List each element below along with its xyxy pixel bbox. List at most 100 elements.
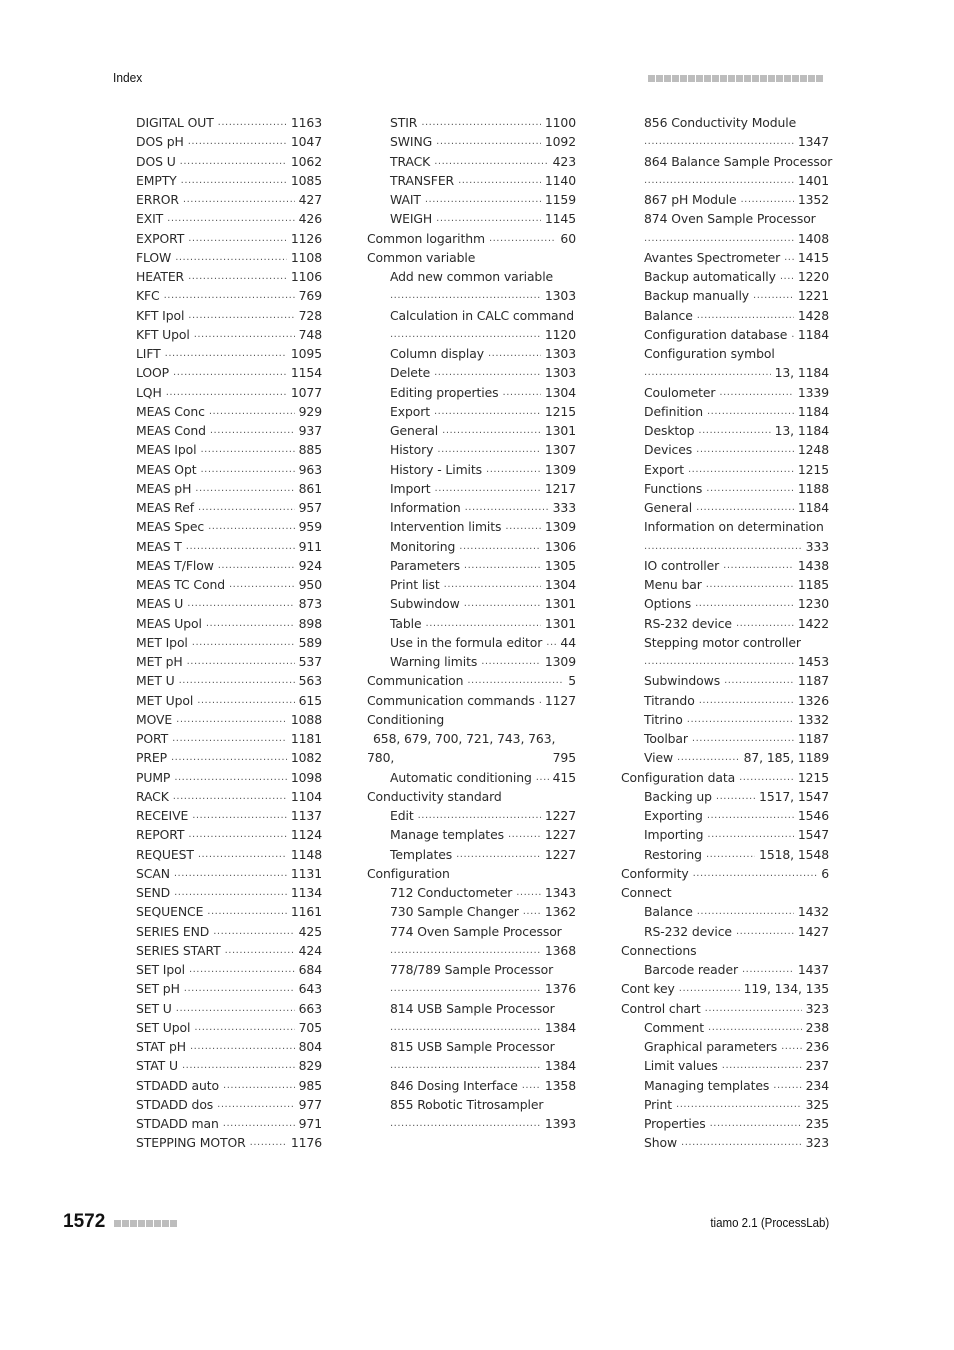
dot-leader <box>489 229 556 248</box>
entry-term: 712 Conductometer <box>390 885 513 900</box>
dot-leader <box>192 633 295 652</box>
entry-page-ref: 1303 <box>544 365 576 381</box>
entry-page-ref: 1098 <box>290 769 322 785</box>
index-entry: KFC 769 <box>136 286 322 305</box>
decoration-square <box>816 75 823 82</box>
entry-page-ref: 1230 <box>797 596 829 612</box>
dot-leader <box>716 787 755 806</box>
index-entry: 1120 <box>367 325 576 344</box>
index-entry: Configuration database 1184 <box>621 325 829 344</box>
index-entry: SEQUENCE 1161 <box>136 902 322 921</box>
dot-leader <box>736 922 794 941</box>
entry-term: Communication commands <box>367 692 535 708</box>
index-entry: Information on determination <box>621 517 829 536</box>
dot-leader <box>546 633 556 652</box>
entry-term: PUMP <box>136 769 171 785</box>
index-entry: Export 1215 <box>367 402 576 421</box>
index-entry: EXIT 426 <box>136 209 322 228</box>
entry-term: FLOW <box>136 249 172 265</box>
entry-page-ref: 1326 <box>797 692 829 708</box>
dot-leader <box>183 190 295 209</box>
index-entry: KFT Upol 748 <box>136 325 322 344</box>
entry-term: 815 USB Sample Processor <box>390 1039 555 1054</box>
entry-term: MEAS Ipol <box>136 442 197 458</box>
dot-leader <box>426 614 541 633</box>
index-entry: SET Upol 705 <box>136 1018 322 1037</box>
index-entry: History - Limits 1309 <box>367 460 576 479</box>
dot-leader <box>464 594 541 613</box>
dot-leader <box>677 748 740 767</box>
dot-leader <box>695 594 794 613</box>
entry-term: 846 Dosing Interface <box>390 1077 518 1093</box>
index-entry: SEND 1134 <box>136 883 322 902</box>
index-entry: MEAS Upol 898 <box>136 614 322 633</box>
header-decoration-squares <box>648 75 823 82</box>
decoration-square <box>648 75 655 82</box>
index-entry: 712 Conductometer 1343 <box>367 883 576 902</box>
entry-page-ref: 1408 <box>797 230 829 246</box>
dot-leader <box>536 768 549 787</box>
entry-term: Connections <box>621 942 697 958</box>
dot-leader <box>390 941 541 960</box>
index-entry: 658, 679, 700, 721, 743, 763, <box>367 729 576 748</box>
entry-term: MEAS Conc <box>136 403 205 419</box>
dot-leader <box>644 229 794 248</box>
index-entry: Configuration symbol <box>621 344 829 363</box>
index-entry: MEAS Conc 929 <box>136 402 322 421</box>
entry-term: Avantes Spectrometer <box>644 249 781 265</box>
index-entry: General 1301 <box>367 421 576 440</box>
entry-term: SET Ipol <box>136 962 185 977</box>
entry-page-ref: 426 <box>298 211 322 227</box>
entry-page-ref: 234 <box>805 1077 829 1093</box>
index-entry: 867 pH Module 1352 <box>621 190 829 209</box>
entry-term: 864 Balance Sample Processor <box>644 153 833 169</box>
index-entry: 13, 1184 <box>621 363 829 382</box>
index-entry: Print 325 <box>621 1095 829 1114</box>
dot-leader <box>187 594 294 613</box>
entry-page-ref: 1188 <box>797 480 829 496</box>
index-entry: Managing templates 234 <box>621 1076 829 1095</box>
dot-leader <box>724 671 794 690</box>
entry-term: Backup manually <box>644 288 750 304</box>
dot-leader <box>213 922 294 941</box>
entry-term: LOOP <box>136 365 170 381</box>
entry-term: Managing templates <box>644 1077 770 1093</box>
dot-leader <box>710 1114 802 1133</box>
index-entry: LOOP 1154 <box>136 363 322 382</box>
dot-leader <box>223 1114 295 1133</box>
entry-term: LQH <box>136 384 162 400</box>
entry-term: STIR <box>390 115 418 130</box>
index-entry: Delete 1303 <box>367 363 576 382</box>
index-entry: Subwindow 1301 <box>367 594 576 613</box>
decoration-square <box>712 75 719 82</box>
dot-leader <box>700 941 825 960</box>
entry-page-ref: 615 <box>298 692 322 708</box>
entry-term: WEIGH <box>390 211 433 227</box>
entry-page-ref: 898 <box>298 615 322 631</box>
dot-leader <box>434 152 548 171</box>
index-entry: Use in the formula editor 44 <box>367 633 576 652</box>
index-entry: DIGITAL OUT 1163 <box>136 113 322 132</box>
entry-page-ref: 1184 <box>797 500 829 515</box>
index-entry: SET Ipol 684 <box>136 960 322 979</box>
entry-term: STDADD man <box>136 1116 219 1131</box>
index-entry: LQH 1077 <box>136 383 322 402</box>
dot-leader <box>167 209 295 228</box>
entry-page-ref: 971 <box>298 1116 322 1131</box>
dot-leader <box>390 325 541 344</box>
dot-leader <box>723 556 794 575</box>
entry-page-ref: 929 <box>298 403 322 419</box>
dot-leader <box>688 460 794 479</box>
index-entry: SET U 663 <box>136 999 322 1018</box>
entry-term: DOS U <box>136 153 176 169</box>
entry-term: 814 USB Sample Processor <box>390 1000 555 1016</box>
entry-page-ref: 1217 <box>544 480 576 496</box>
entry-term: MEAS Upol <box>136 615 202 631</box>
dot-leader <box>225 941 295 960</box>
entry-term: History <box>390 442 434 458</box>
entry-term: MEAS Spec <box>136 519 205 535</box>
entry-term: PORT <box>136 731 169 746</box>
entry-term: RACK <box>136 788 169 804</box>
entry-term: Print list <box>390 577 440 592</box>
entry-page-ref: 1082 <box>290 750 322 766</box>
